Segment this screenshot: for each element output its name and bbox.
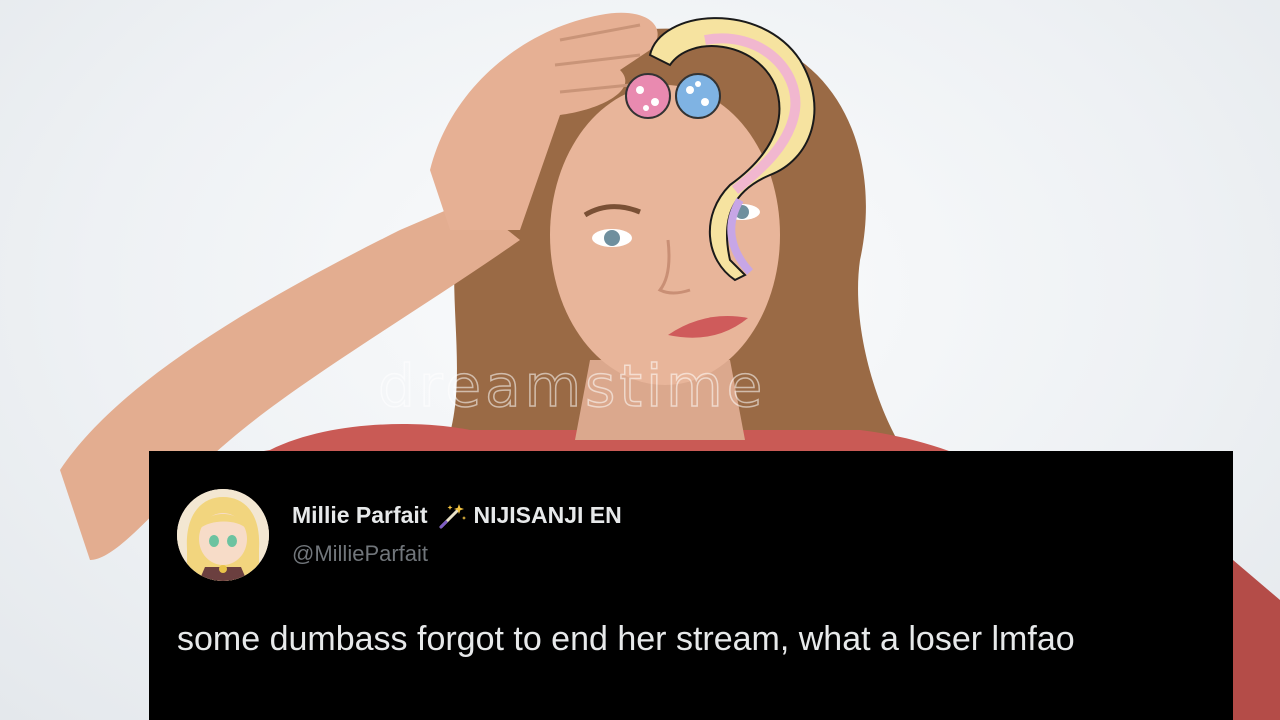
tweet-text: some dumbass forgot to end her stream, w… bbox=[177, 620, 1075, 658]
avatar-anime-girl-icon[interactable] bbox=[177, 489, 269, 581]
display-name[interactable]: Millie Parfait bbox=[292, 502, 427, 529]
meme-image: dreamstime Millie Parfait NIJISANJI EN @… bbox=[0, 0, 1280, 720]
user-handle[interactable]: @MillieParfait bbox=[292, 541, 428, 567]
tweet-card: Millie Parfait NIJISANJI EN @MillieParfa… bbox=[149, 451, 1233, 720]
display-name-row: Millie Parfait NIJISANJI EN bbox=[292, 502, 622, 529]
affiliation-label: NIJISANJI EN bbox=[473, 502, 622, 528]
watermark-text: dreamstime bbox=[377, 351, 767, 421]
face-shape bbox=[550, 85, 780, 385]
magic-wand-icon bbox=[437, 503, 467, 529]
